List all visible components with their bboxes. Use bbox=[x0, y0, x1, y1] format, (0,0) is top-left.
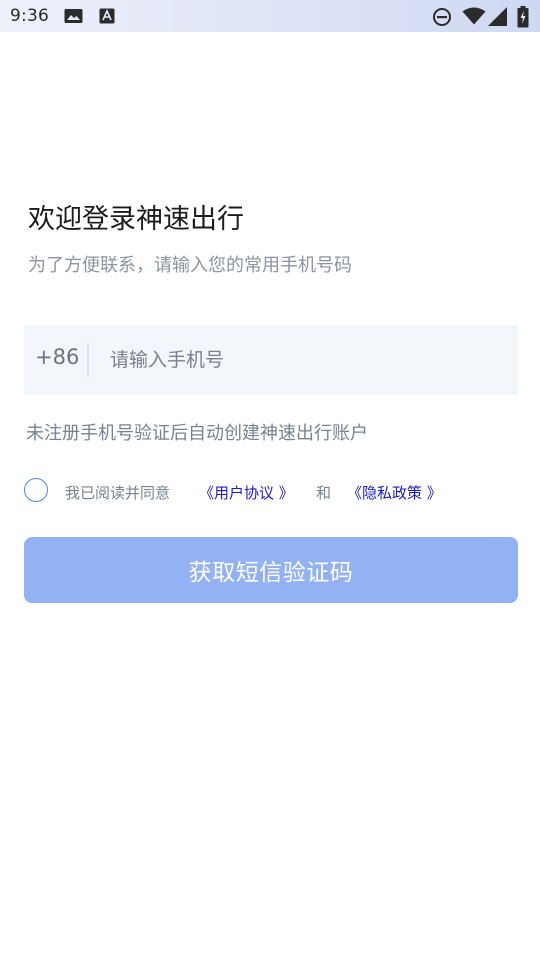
agreement-row: 我已阅读并同意 《用户协议 》 和 《隐私政策 》 bbox=[24, 478, 524, 506]
register-hint: 未注册手机号验证后自动创建神速出行账户 bbox=[26, 423, 368, 444]
image-icon bbox=[64, 8, 83, 24]
keyboard-a-icon bbox=[99, 8, 115, 24]
agreement-and: 和 bbox=[316, 484, 332, 502]
do-not-disturb-icon bbox=[432, 7, 452, 26]
cell-signal-icon bbox=[488, 7, 508, 26]
privacy-policy-link[interactable]: 《隐私政策 》 bbox=[347, 482, 442, 503]
welcome-title: 欢迎登录神速出行 bbox=[28, 204, 244, 235]
get-sms-code-button[interactable]: 获取短信验证码 bbox=[24, 537, 518, 603]
agreement-checkbox[interactable] bbox=[24, 478, 48, 502]
user-agreement-link[interactable]: 《用户协议 》 bbox=[199, 482, 294, 503]
phone-divider bbox=[87, 343, 89, 377]
country-code[interactable]: +86 bbox=[35, 345, 79, 369]
battery-charging-icon bbox=[517, 6, 529, 28]
phone-input-box[interactable]: +86 bbox=[24, 325, 518, 395]
welcome-subtitle: 为了方便联系，请输入您的常用手机号码 bbox=[28, 255, 352, 276]
phone-number-input[interactable] bbox=[104, 337, 516, 383]
status-bar: 9:36 bbox=[0, 0, 540, 32]
wifi-icon bbox=[462, 7, 486, 25]
status-time: 9:36 bbox=[10, 6, 49, 26]
agreement-prefix: 我已阅读并同意 bbox=[65, 484, 171, 502]
